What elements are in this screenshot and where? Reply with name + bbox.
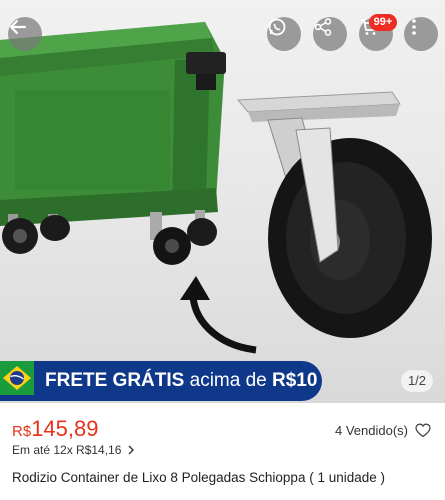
free-shipping-label: FRETE GRÁTIS — [45, 370, 185, 391]
product-image[interactable]: 99+ FRETE GRÁTIS acima de R$10 1/2 — [0, 0, 445, 403]
chevron-right-icon — [128, 445, 135, 455]
free-shipping-amount: R$10 — [272, 370, 318, 391]
installments-text: Em até 12x R$14,16 — [12, 443, 122, 457]
whatsapp-icon — [268, 18, 286, 36]
share-icon — [314, 18, 332, 36]
sold-count-text: 4 Vendido(s) — [335, 423, 408, 438]
free-shipping-banner: FRETE GRÁTIS acima de R$10 — [0, 361, 322, 401]
price: R$145,89 — [12, 416, 98, 442]
back-button[interactable] — [8, 17, 42, 51]
image-counter: 1/2 — [400, 369, 434, 393]
share-button[interactable] — [313, 17, 347, 51]
cart-count-badge: 99+ — [369, 14, 397, 31]
installments-link[interactable]: Em até 12x R$14,16 — [12, 443, 135, 457]
free-shipping-condition: acima de — [184, 370, 272, 391]
more-options-button[interactable] — [404, 17, 438, 51]
whatsapp-share-button[interactable] — [267, 17, 301, 51]
free-shipping-text: FRETE GRÁTIS acima de R$10 — [45, 370, 317, 392]
sold-count: 4 Vendido(s) — [335, 423, 431, 438]
product-photo-illustration — [0, 22, 432, 354]
back-arrow-icon — [9, 19, 27, 35]
more-icon — [412, 19, 416, 35]
product-title: Rodizio Container de Lixo 8 Polegadas Sc… — [12, 470, 385, 485]
price-value: 145,89 — [31, 416, 99, 441]
brazil-flag-icon — [0, 361, 38, 398]
product-info: R$145,89 4 Vendido(s) Em até 12x R$14,16… — [0, 403, 445, 500]
heart-icon[interactable] — [415, 423, 431, 438]
product-page: 99+ FRETE GRÁTIS acima de R$10 1/2 R$145 — [0, 0, 445, 500]
price-currency: R$ — [12, 423, 32, 440]
